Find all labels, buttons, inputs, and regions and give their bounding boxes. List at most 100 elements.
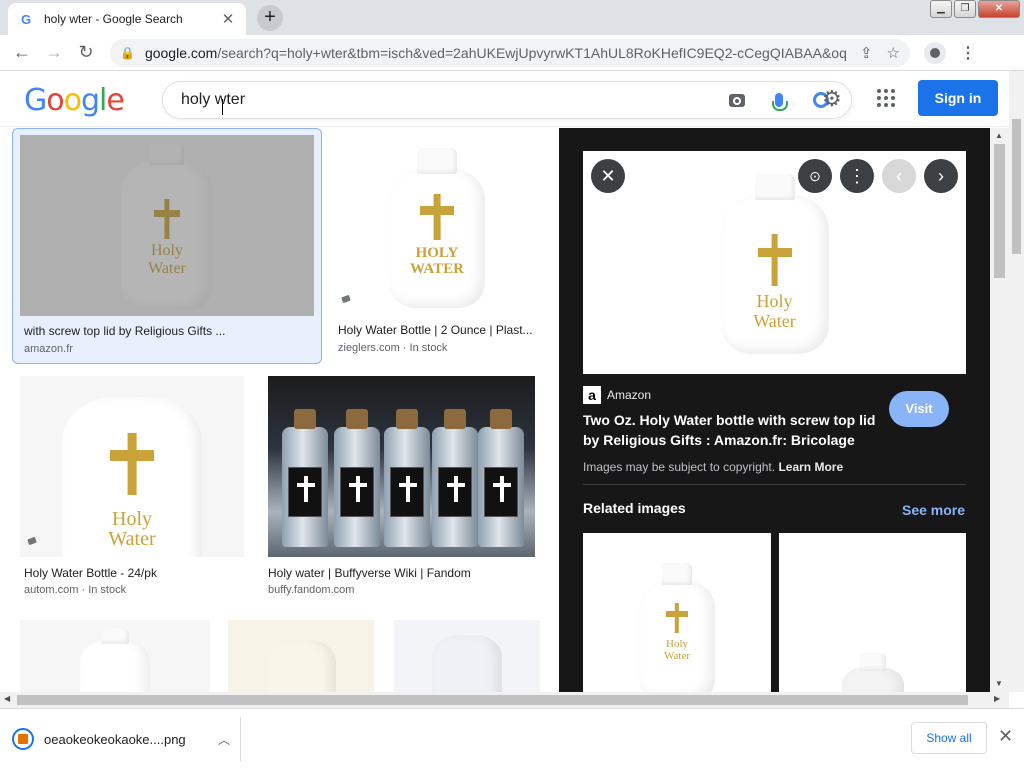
result-source[interactable]: autom.com · In stock (24, 584, 126, 596)
related-images-heading: Related images (583, 500, 686, 516)
lock-icon[interactable]: 🔒 (120, 46, 135, 60)
horizontal-scrollbar[interactable]: ◀ ▶ (0, 692, 1009, 708)
bottle-label-text: Water (753, 310, 796, 331)
bottle-label-text: Water (664, 650, 690, 662)
voice-search-icon[interactable] (767, 88, 791, 112)
chevron-up-icon[interactable]: ︿ (218, 731, 230, 748)
new-tab-button[interactable]: + (257, 5, 283, 31)
preview-scrollbar[interactable]: ▲ ▼ (990, 128, 1009, 692)
result-caption[interactable]: Holy water | Buffyverse Wiki | Fandom (268, 566, 535, 580)
visit-button[interactable]: Visit (889, 391, 949, 427)
window-close-button[interactable]: ✕ (978, 0, 1020, 18)
result-caption[interactable]: Holy Water Bottle | 2 Ounce | Plast... (338, 323, 540, 337)
product-tag-icon (27, 536, 37, 546)
scrollbar-thumb[interactable] (994, 144, 1005, 278)
bookmark-star-icon[interactable]: ☆ (887, 44, 900, 62)
divider (240, 717, 241, 761)
image-result-card[interactable]: HOLY WATER Holy Water Bottle | 2 Ounce |… (334, 128, 540, 364)
image-result-card[interactable] (228, 620, 374, 692)
stock-status: In stock (409, 342, 448, 354)
next-image-icon[interactable]: › (924, 159, 958, 193)
preview-title[interactable]: Two Oz. Holy Water bottle with screw top… (583, 410, 883, 450)
image-result-card[interactable]: Holy Water with screw top lid by Religio… (12, 128, 322, 364)
profile-icon[interactable] (924, 41, 946, 64)
bottle-label-text: Holy (666, 638, 688, 650)
holy-water-bottle-image (80, 628, 150, 692)
result-thumbnail[interactable]: Holy Water (20, 376, 244, 557)
show-all-button[interactable]: Show all (911, 722, 987, 754)
divider (583, 484, 966, 485)
copyright-text: Images may be subject to copyright. (583, 460, 776, 474)
url-host: google.com (144, 44, 218, 61)
image-result-card[interactable]: Holy water | Buffyverse Wiki | Fandom bu… (268, 376, 535, 606)
amazon-logo-icon: a (583, 386, 601, 404)
camera-search-icon[interactable] (725, 88, 749, 112)
sign-in-button[interactable]: Sign in (918, 80, 998, 116)
share-icon[interactable]: ⇪ (860, 44, 873, 62)
image-result-card[interactable] (20, 620, 210, 692)
result-source[interactable]: buffy.fandom.com (268, 584, 354, 596)
download-item[interactable]: oeaokeokeokaoke....png ︿ (12, 723, 230, 755)
address-bar[interactable]: 🔒 google.com/search?q=holy+wter&tbm=isch… (110, 38, 910, 67)
result-thumbnail[interactable] (268, 376, 535, 557)
browser-tab[interactable]: G holy wter - Google Search ✕ (8, 3, 246, 35)
toolbar-right: ⋮ (924, 41, 976, 64)
previous-image-icon[interactable]: ‹ (882, 159, 916, 193)
holy-water-bottles-photo (268, 376, 535, 557)
result-source-domain: zieglers.com (338, 342, 400, 354)
reload-icon[interactable]: ↻ (70, 37, 102, 69)
tab-close-icon[interactable]: ✕ (220, 10, 236, 28)
maximize-button[interactable]: ❐ (954, 0, 976, 18)
mic-icon (772, 93, 788, 111)
search-input[interactable]: holy wter (181, 91, 725, 109)
preview-source[interactable]: a Amazon (583, 386, 651, 404)
browser-titlebar: G holy wter - Google Search ✕ + ▁ ❐ ✕ (0, 0, 1024, 35)
more-options-icon[interactable]: ⋮ (840, 159, 874, 193)
see-more-link[interactable]: See more (902, 502, 965, 518)
result-caption[interactable]: Holy Water Bottle - 24/pk (24, 566, 244, 580)
image-result-card[interactable]: Holy Water Holy Water Bottle - 24/pk aut… (20, 376, 244, 606)
result-thumbnail[interactable]: Holy Water (20, 135, 314, 316)
related-image[interactable]: Holy Water (583, 533, 771, 692)
google-logo[interactable]: Google (24, 83, 125, 118)
forward-arrow-icon[interactable]: → (38, 37, 70, 69)
close-preview-icon[interactable]: ✕ (591, 159, 625, 193)
scroll-right-icon[interactable]: ▶ (994, 694, 1000, 703)
page-scrollbar[interactable] (1009, 71, 1024, 692)
image-results-grid: Holy Water with screw top lid by Religio… (0, 128, 559, 692)
scroll-left-icon[interactable]: ◀ (4, 694, 10, 703)
close-download-bar-icon[interactable]: ✕ (998, 726, 1013, 747)
result-thumbnail[interactable]: HOLY WATER (334, 134, 540, 315)
tab-title: holy wter - Google Search (44, 12, 183, 26)
related-image[interactable] (779, 533, 966, 692)
result-thumbnail[interactable] (228, 620, 374, 692)
settings-gear-icon[interactable]: ⚙ (822, 86, 842, 112)
minimize-button[interactable]: ▁ (930, 0, 952, 18)
scroll-down-icon[interactable]: ▼ (995, 679, 1003, 688)
back-arrow-icon[interactable]: ← (6, 37, 38, 69)
holy-water-bottle-image (841, 653, 904, 692)
scroll-up-icon[interactable]: ▲ (995, 131, 1003, 140)
copyright-notice: Images may be subject to copyright. Lear… (583, 460, 843, 474)
image-result-card[interactable] (394, 620, 540, 692)
result-source[interactable]: zieglers.com · In stock (338, 342, 447, 354)
logo-letter: o (63, 83, 82, 118)
result-caption[interactable]: with screw top lid by Religious Gifts ..… (24, 324, 314, 338)
browser-menu-icon[interactable]: ⋮ (960, 43, 976, 63)
google-apps-icon[interactable] (877, 89, 895, 107)
scrollbar-thumb[interactable] (1012, 119, 1021, 254)
download-file-name: oeaokeokeokaoke....png (44, 731, 186, 747)
bottle-label-text: Holy (756, 290, 793, 311)
lens-search-icon[interactable]: ⊙ (798, 159, 832, 193)
product-tag-icon (341, 294, 351, 304)
logo-letter: G (24, 83, 47, 118)
result-source[interactable]: amazon.fr (24, 343, 73, 355)
bottle-label-text: Water (108, 527, 156, 550)
scrollbar-thumb[interactable] (17, 695, 968, 705)
address-url[interactable]: google.com/search?q=holy+wter&tbm=isch&v… (145, 45, 846, 61)
search-box[interactable]: holy wter (162, 81, 852, 119)
result-thumbnail[interactable] (394, 620, 540, 692)
result-thumbnail[interactable] (20, 620, 210, 692)
learn-more-link[interactable]: Learn More (778, 460, 843, 474)
text-cursor-icon (222, 99, 230, 115)
